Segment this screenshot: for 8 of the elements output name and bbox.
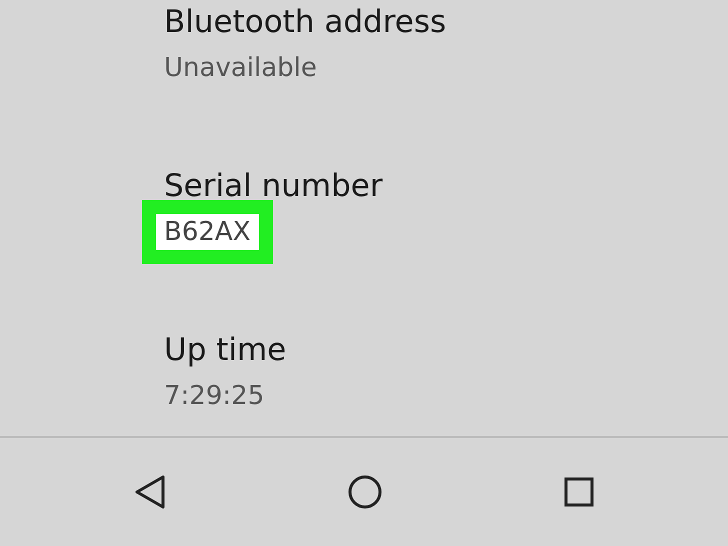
setting-value: 7:29:25 [164,380,264,413]
setting-title: Bluetooth address [164,3,448,42]
setting-title: Up time [164,331,288,370]
back-icon[interactable] [134,475,166,509]
recents-icon[interactable] [564,477,594,507]
setting-value: Unavailable [164,52,317,85]
setting-value: B62AX [142,200,273,264]
home-icon[interactable] [348,475,382,509]
